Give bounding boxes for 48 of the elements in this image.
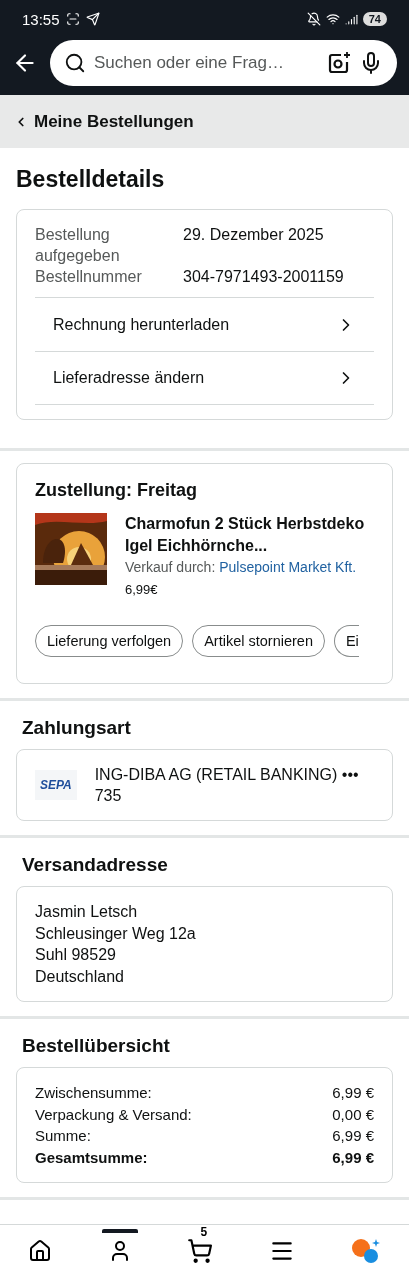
order-link[interactable]: Rechnung herunterladen (35, 297, 374, 351)
status-time: 13:55 (22, 10, 60, 28)
info-label: Bestellnummer (35, 267, 143, 287)
payment-method: ING-DIBA AG (RETAIL BANKING) ••• 735 (94, 765, 360, 806)
address-line: Suhl 98529 (35, 945, 117, 965)
section-heading: Zahlungsart (22, 717, 132, 739)
seller-text: Verkauf durch: Pulsepoint Market Kft. (125, 558, 358, 577)
mute-icon (306, 12, 321, 26)
sepa-logo: SEPA (35, 770, 77, 800)
product-price: 6,99€ (125, 582, 159, 597)
delivery-title: Zustellung: Freitag (35, 480, 198, 501)
info-value: 304-7971493-2001159 (183, 267, 345, 287)
home-icon (27, 1238, 52, 1263)
section-heading: Versandadresse (22, 854, 169, 876)
wifi-icon (325, 12, 340, 26)
action-button[interactable]: Lieferung verfolgen (35, 625, 184, 657)
camera-icon[interactable] (327, 50, 351, 75)
summary-label: Verpackung & Versand: (35, 1104, 192, 1125)
summary-label: Summe: (35, 1126, 91, 1146)
product-name[interactable]: Charmofun 2 Stück Herbstdeko Igel Eichhörnche... (125, 513, 374, 557)
section-heading: Bestellübersicht (22, 1035, 171, 1057)
search-icon (64, 51, 86, 74)
page-title: Bestelldetails (16, 166, 166, 193)
send-icon (85, 12, 100, 26)
info-label: Bestellung aufgegeben (35, 225, 121, 266)
summary-value: 6,99 € (332, 1083, 374, 1103)
order-link[interactable]: Lieferadresse ändern (35, 351, 374, 405)
signal-icon (344, 12, 358, 26)
info-value: 29. Dezember 2025 (183, 225, 325, 245)
chat-bubbles-icon (351, 1237, 382, 1264)
search-field[interactable]: Suchen oder eine Frag… (50, 39, 397, 86)
action-button[interactable]: Artikel stornieren (192, 625, 325, 657)
address-line: Jasmin Letsch (35, 902, 139, 922)
summary-label: Gesamtsumme: (35, 1147, 148, 1168)
breadcrumb-link[interactable]: Meine Bestellungen (0, 95, 409, 148)
screenshot-icon (65, 12, 80, 26)
battery-level: 74 (362, 12, 387, 26)
nav-button[interactable]: 5 (181, 1227, 220, 1270)
address-line: Schleusinger Weg 12a (35, 923, 197, 944)
cart-count: 5 (199, 1225, 209, 1238)
action-button[interactable]: Ei (333, 625, 359, 657)
seller-link[interactable]: Pulsepoint Market Kft. (219, 559, 357, 575)
summary-value: 6,99 € (332, 1147, 374, 1168)
summary-value: 0,00 € (332, 1104, 374, 1125)
summary-label: Zwischensumme: (35, 1083, 152, 1103)
cart-icon (187, 1237, 214, 1264)
summary-value: 6,99 € (332, 1126, 374, 1146)
address-line: Deutschland (35, 966, 125, 987)
